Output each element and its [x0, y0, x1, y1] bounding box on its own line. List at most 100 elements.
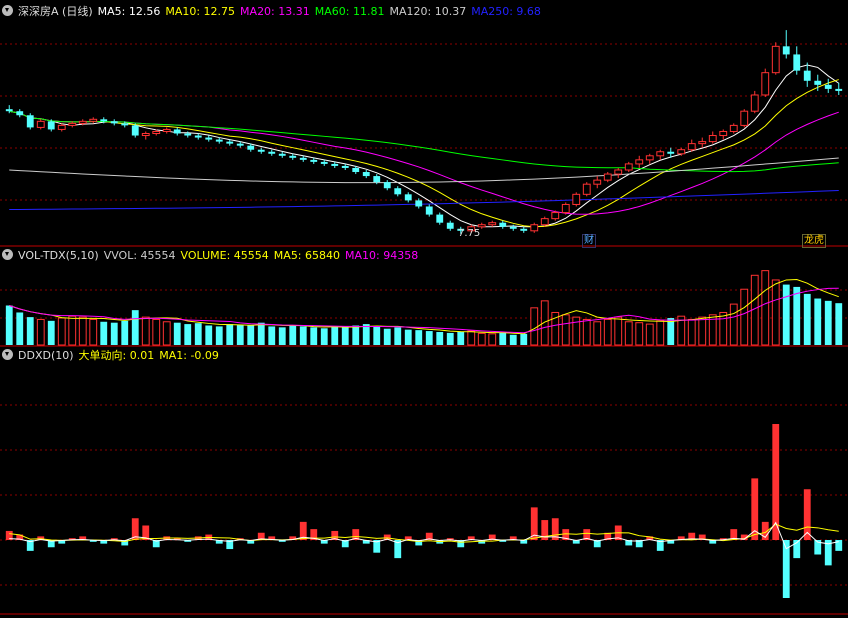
candle-down — [268, 151, 276, 154]
volume-bar-down — [415, 330, 423, 345]
candle-down — [226, 141, 234, 144]
ddx-ma1-label: MA1: -0.09 — [159, 349, 219, 362]
candle-down — [835, 88, 843, 91]
volume-bar-down — [310, 327, 318, 345]
volume-bar-down — [16, 312, 24, 345]
candle-down — [499, 222, 507, 227]
candle-down — [415, 200, 423, 207]
volume-bar-up — [603, 318, 612, 346]
volume-bar-down — [268, 326, 276, 345]
volume-bar-up — [530, 307, 539, 346]
candle-up — [593, 179, 602, 185]
candle-up — [572, 193, 581, 205]
volume-bar-up — [656, 320, 665, 346]
price-panel-legend: 深深房A (日线) MA5: 12.56 MA10: 12.75 MA20: 13.3… — [2, 4, 546, 20]
candle-down — [110, 121, 118, 124]
volume-bar-up — [645, 323, 654, 346]
volume-bar-down — [26, 317, 34, 345]
candle-down — [814, 80, 822, 85]
vol-ma10-label: MA10: 94358 — [345, 249, 419, 262]
volume-bar-down — [782, 284, 790, 345]
price-panel-title: 深深房A (日线) — [18, 5, 93, 18]
candle-up — [603, 173, 612, 181]
volume-bar-down — [824, 300, 832, 345]
stock-chart[interactable] — [0, 0, 848, 618]
volume-bar-down — [814, 298, 822, 345]
candle-down — [667, 151, 675, 154]
candle-down — [278, 153, 286, 156]
volume-bar-up — [36, 318, 45, 346]
volume-bar-down — [121, 320, 129, 345]
ma250-label: MA250: 9.68 — [471, 5, 541, 18]
candle-up — [729, 124, 738, 132]
volume-bar-up — [477, 332, 486, 346]
volume-bar-down — [499, 332, 507, 345]
volume-bar-down — [341, 327, 349, 345]
candle-up — [78, 120, 87, 124]
volume-bar-down — [835, 303, 843, 345]
ddx-panel-title: DDXD(10) — [18, 349, 74, 362]
candle-up — [635, 159, 644, 165]
candle-down — [793, 54, 801, 71]
ddx-panel-legend: DDXD(10) 大单动向: 0.01 MA1: -0.09 — [2, 348, 224, 364]
volume-bar-up — [68, 315, 77, 346]
volume-bar-down — [299, 326, 307, 345]
volume-panel-title: VOL-TDX(5,10) — [18, 249, 99, 262]
vvol-label: VVOL: 45554 — [103, 249, 176, 262]
volume-bar-up — [540, 300, 549, 346]
dropdown-icon[interactable] — [2, 249, 13, 260]
candle-up — [645, 155, 654, 161]
candle-up — [89, 118, 98, 122]
volume-bar-up — [561, 314, 570, 346]
candle-up — [771, 45, 780, 74]
candle-up — [656, 151, 665, 157]
volume-bar-down — [47, 320, 55, 345]
volume-bar-up — [635, 322, 644, 346]
ma5-line — [9, 64, 840, 228]
candle-up — [68, 122, 77, 126]
dropdown-icon[interactable] — [2, 5, 13, 16]
candle-up — [708, 135, 717, 143]
candle-down — [520, 228, 528, 231]
finance-tag[interactable]: 财 — [582, 234, 596, 248]
dropdown-icon[interactable] — [2, 349, 13, 360]
volume-bar-down — [520, 333, 528, 345]
candle-down — [205, 137, 213, 140]
volume-bar-down — [394, 327, 402, 345]
candle-up — [477, 224, 486, 228]
volume-bar-down — [457, 331, 465, 345]
volume-bar-down — [373, 326, 381, 345]
volume-bar-down — [667, 318, 675, 345]
volume-bar-down — [278, 327, 286, 345]
volume-bar-up — [78, 316, 87, 346]
candle-up — [582, 183, 591, 195]
volume-bar-down — [331, 326, 339, 345]
candle-down — [383, 182, 391, 189]
volume-label: VOLUME: 45554 — [180, 249, 269, 262]
volume-bar-up — [771, 279, 780, 346]
volume-bar-down — [289, 325, 297, 345]
volume-panel-legend: VOL-TDX(5,10) VVOL: 45554 VOLUME: 45554 MA5… — [2, 248, 423, 264]
volume-bar-up — [729, 303, 738, 346]
ma60-label: MA60: 11.81 — [314, 5, 385, 18]
volume-bar-up — [614, 316, 623, 346]
volume-bar-down — [404, 329, 412, 345]
candle-down — [194, 135, 202, 138]
volume-bar-down — [215, 326, 223, 345]
candle-down — [131, 125, 139, 136]
candle-up — [698, 141, 707, 145]
candle-down — [310, 159, 318, 162]
candle-down — [320, 161, 328, 164]
volume-bar-up — [467, 330, 476, 346]
volume-bar-down — [110, 322, 118, 345]
candle-up — [57, 124, 66, 130]
candle-down — [425, 206, 433, 215]
candle-up — [540, 218, 549, 226]
volume-bar-up — [89, 318, 98, 346]
volume-bar-up — [740, 288, 749, 346]
dragon-tiger-tag[interactable]: 龙虎 — [802, 234, 826, 248]
volume-bar-down — [131, 310, 139, 345]
candle-down — [362, 172, 370, 177]
volume-bar-up — [152, 318, 161, 346]
volume-bar-down — [257, 322, 265, 345]
